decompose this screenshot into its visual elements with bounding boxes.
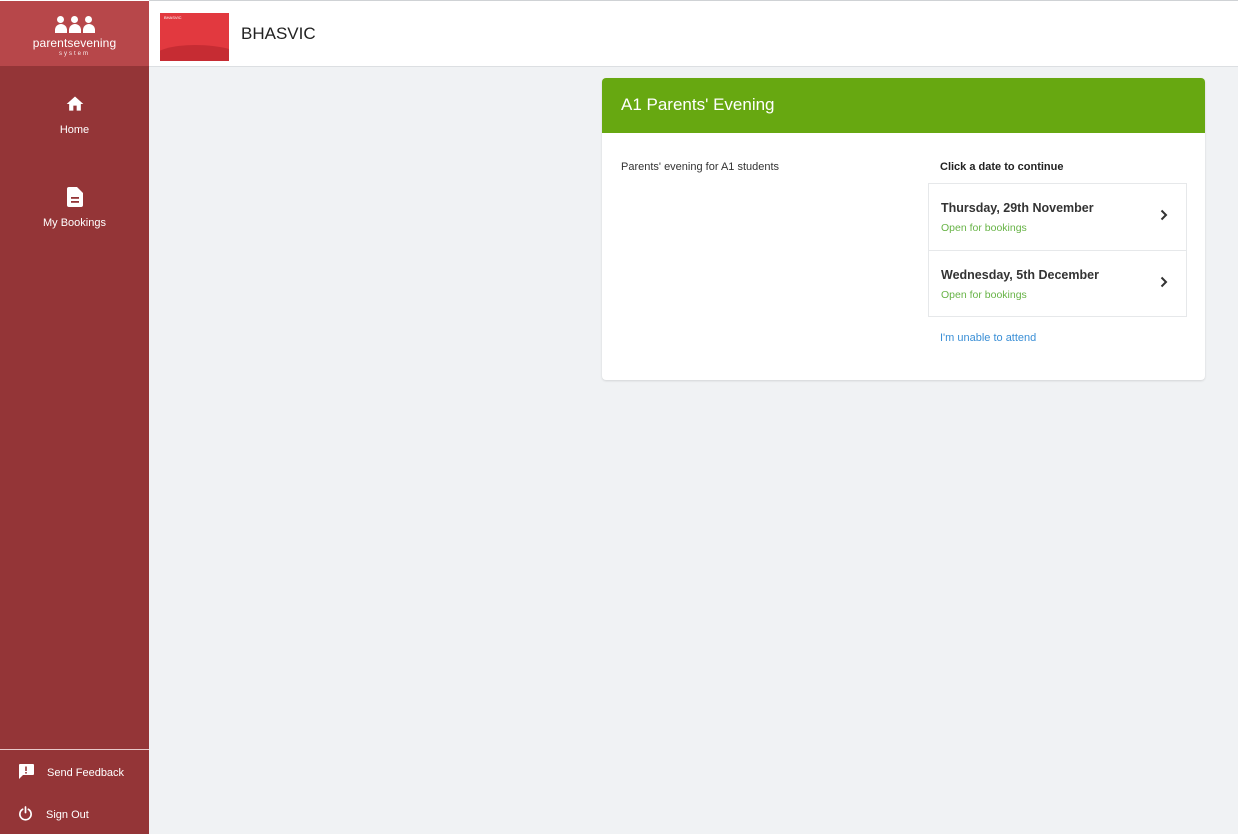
- feedback-icon: [18, 764, 34, 782]
- logo-text: parentsevening: [32, 35, 117, 50]
- app-logo[interactable]: parentsevening system: [0, 0, 149, 66]
- home-icon: [65, 94, 85, 119]
- chevron-right-icon: [1160, 208, 1168, 226]
- school-logo: BHASVIC: [160, 13, 229, 61]
- sidebar-divider: [0, 749, 149, 750]
- date-prompt: Click a date to continue: [940, 161, 1064, 173]
- date-name: Thursday, 29th November: [941, 201, 1094, 215]
- nav-label-home: Home: [59, 124, 90, 136]
- nav-label-my-bookings: My Bookings: [43, 217, 106, 229]
- send-feedback-button[interactable]: Send Feedback: [18, 764, 124, 782]
- send-feedback-label: Send Feedback: [47, 767, 125, 779]
- document-icon: [66, 187, 83, 212]
- date-name: Wednesday, 5th December: [941, 268, 1099, 282]
- date-status: Open for bookings: [941, 289, 1027, 301]
- nav-item-home[interactable]: Home: [0, 94, 149, 136]
- people-icon: [54, 11, 95, 33]
- sign-out-button[interactable]: Sign Out: [18, 806, 89, 824]
- event-description: Parents' evening for A1 students: [621, 161, 780, 173]
- chevron-right-icon: [1160, 275, 1168, 293]
- top-bar: BHASVIC BHASVIC: [149, 0, 1238, 67]
- date-list: Thursday, 29th November Open for booking…: [928, 183, 1187, 317]
- sidebar: parentsevening system Home My Bookings S…: [0, 0, 149, 834]
- school-name: BHASVIC: [241, 24, 316, 43]
- date-status: Open for bookings: [941, 222, 1027, 234]
- power-icon: [18, 806, 33, 824]
- date-option[interactable]: Thursday, 29th November Open for booking…: [929, 184, 1186, 250]
- unable-to-attend-link[interactable]: I'm unable to attend: [940, 332, 1036, 344]
- event-title: A1 Parents' Evening: [602, 78, 1205, 133]
- school-logo-text: BHASVIC: [164, 15, 182, 20]
- date-option[interactable]: Wednesday, 5th December Open for booking…: [929, 250, 1186, 316]
- sign-out-label: Sign Out: [46, 809, 89, 821]
- event-card: A1 Parents' Evening Parents' evening for…: [602, 78, 1205, 380]
- nav-item-my-bookings[interactable]: My Bookings: [0, 187, 149, 229]
- logo-subtext: system: [58, 50, 90, 57]
